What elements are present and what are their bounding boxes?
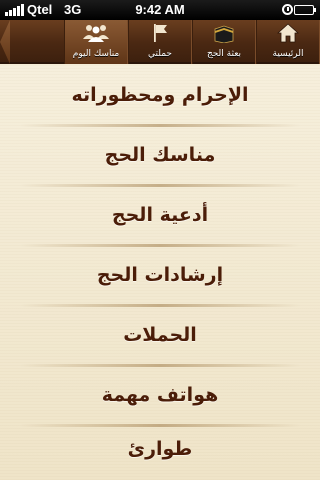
main-menu: الإحرام ومحظوراته مناسك الحج أدعية الحج … <box>0 66 320 480</box>
menu-item-campaigns[interactable]: الحملات <box>0 306 320 364</box>
menu-item-label: الإحرام ومحظوراته <box>71 84 249 106</box>
kaaba-icon <box>213 23 235 43</box>
rotation-lock-icon <box>282 4 293 15</box>
tab-my-campaign[interactable]: حملتي <box>128 20 192 64</box>
tab-hajj-mission-label: بعثة الحج <box>206 49 242 59</box>
tab-todays-rituals-label: مناسك اليوم <box>72 49 120 59</box>
menu-item-label: مناسك الحج <box>104 144 216 166</box>
tab-bar: الرئيسية بعثة الحج حملتي مناسك اليوم <box>0 20 320 64</box>
menu-item-important-phones[interactable]: هواتف مهمة <box>0 366 320 424</box>
menu-item-label: طوارئ <box>127 438 193 460</box>
menu-item-label: أدعية الحج <box>111 204 209 226</box>
menu-item-hajj-prayers[interactable]: أدعية الحج <box>0 186 320 244</box>
menu-item-label: إرشادات الحج <box>96 264 224 286</box>
status-time: 9:42 AM <box>135 2 185 17</box>
home-icon <box>277 23 299 43</box>
tab-home[interactable]: الرئيسية <box>256 20 320 64</box>
flag-icon <box>149 23 171 43</box>
status-bar: Qtel 3G 9:42 AM <box>0 0 320 20</box>
people-icon <box>82 23 110 43</box>
menu-item-hajj-rituals[interactable]: مناسك الحج <box>0 126 320 184</box>
menu-item-label: هواتف مهمة <box>101 384 219 406</box>
tab-home-label: الرئيسية <box>272 49 304 59</box>
tab-hajj-mission[interactable]: بعثة الحج <box>192 20 256 64</box>
menu-item-label: الحملات <box>123 324 197 346</box>
battery-icon <box>294 5 316 15</box>
menu-item-emergency[interactable]: طوارئ <box>0 420 320 478</box>
tab-my-campaign-label: حملتي <box>148 49 172 59</box>
tab-todays-rituals[interactable]: مناسك اليوم <box>64 20 128 64</box>
menu-item-hajj-guidance[interactable]: إرشادات الحج <box>0 246 320 304</box>
menu-item-ihram[interactable]: الإحرام ومحظوراته <box>0 66 320 124</box>
